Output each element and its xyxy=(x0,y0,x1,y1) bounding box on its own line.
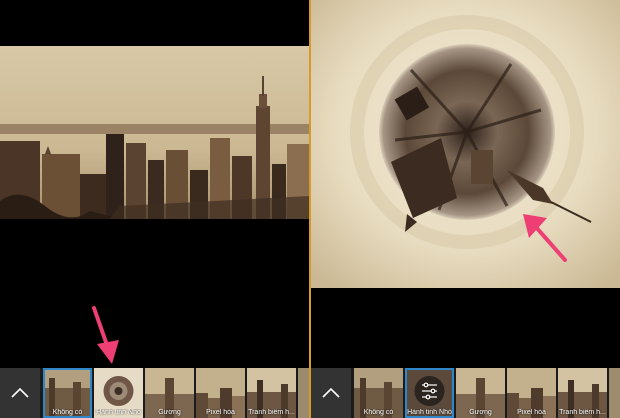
filter-bar: Không có Hành tinh Nhỏ Gương Pixel hóa T… xyxy=(0,368,309,418)
filter-label: Hành tinh Nhỏ xyxy=(407,409,452,416)
filter-thumb-cartoon[interactable]: Tranh biếm h... xyxy=(558,368,607,418)
filter-label: Pixel hóa xyxy=(517,409,546,416)
filter-label: Tranh biếm h... xyxy=(559,409,606,416)
city-photo-original xyxy=(0,46,309,219)
filter-label: Không có xyxy=(52,409,83,416)
filter-thumbnails: Không có Hành tinh Nhỏ Gương Pixel hóa T… xyxy=(353,368,620,418)
filter-bar: Không có Hành tinh Nhỏ Gương Pixel hóa T… xyxy=(311,368,620,418)
filter-thumb-none[interactable]: Không có xyxy=(43,368,92,418)
filter-thumb-none[interactable]: Không có xyxy=(354,368,403,418)
pointer-arrow-icon xyxy=(92,306,119,364)
filter-thumb-mirror[interactable]: Gương xyxy=(145,368,194,418)
chevron-up-icon xyxy=(322,387,340,398)
collapse-toggle-button[interactable] xyxy=(0,368,40,418)
pointer-arrow-icon xyxy=(523,214,567,262)
filter-label: Gương xyxy=(158,409,181,416)
filter-thumb-cartoon[interactable]: Tranh biếm h... xyxy=(247,368,296,418)
sliders-icon xyxy=(422,382,437,400)
chevron-up-icon xyxy=(11,387,29,398)
left-editor-panel: Không có Hành tinh Nhỏ Gương Pixel hóa T… xyxy=(0,0,309,418)
filter-label: Không có xyxy=(363,409,394,416)
collapse-toggle-button[interactable] xyxy=(311,368,351,418)
filter-thumb-more[interactable] xyxy=(298,368,309,418)
filter-label: Pixel hóa xyxy=(206,409,235,416)
filter-thumb-more[interactable] xyxy=(609,368,620,418)
filter-thumb-tiny-planet[interactable]: Hành tinh Nhỏ xyxy=(405,368,454,418)
filter-label: Hành tinh Nhỏ xyxy=(96,409,141,416)
tiny-planet-preview xyxy=(311,0,620,288)
filter-thumb-mirror[interactable]: Gương xyxy=(456,368,505,418)
filter-label: Gương xyxy=(469,409,492,416)
filter-thumb-tiny-planet[interactable]: Hành tinh Nhỏ xyxy=(94,368,143,418)
filter-thumb-pixelate[interactable]: Pixel hóa xyxy=(196,368,245,418)
filter-label: Tranh biếm h... xyxy=(248,409,295,416)
right-editor-panel: Không có Hành tinh Nhỏ Gương Pixel hóa T… xyxy=(311,0,620,418)
filter-thumbnails: Không có Hành tinh Nhỏ Gương Pixel hóa T… xyxy=(42,368,309,418)
filter-thumb-pixelate[interactable]: Pixel hóa xyxy=(507,368,556,418)
